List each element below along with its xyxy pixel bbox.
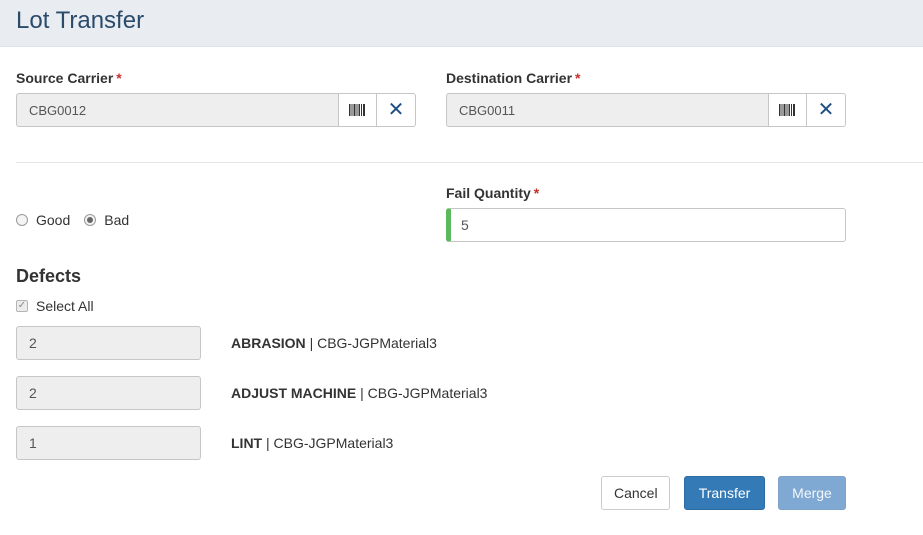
defect-label: ABRASION | CBG-JGPMaterial3 bbox=[231, 335, 437, 351]
section-divider bbox=[16, 162, 923, 163]
defect-material: CBG-JGPMaterial3 bbox=[317, 335, 437, 351]
close-icon: ✕ bbox=[817, 99, 835, 121]
required-asterisk: * bbox=[533, 185, 540, 201]
destination-carrier-clear-button[interactable]: ✕ bbox=[807, 93, 846, 127]
radio-good-label[interactable]: Good bbox=[36, 212, 70, 228]
radio-bad-label[interactable]: Bad bbox=[104, 212, 129, 228]
defect-quantity-input[interactable] bbox=[16, 426, 201, 460]
defect-separator: | bbox=[266, 435, 270, 451]
source-carrier-label: Source Carrier * bbox=[16, 70, 122, 86]
select-all-checkbox-row[interactable]: ✓ Select All bbox=[16, 298, 94, 314]
select-all-label[interactable]: Select All bbox=[36, 298, 94, 314]
defect-name: LINT bbox=[231, 435, 263, 451]
defects-title: Defects bbox=[16, 266, 82, 286]
source-carrier-input[interactable] bbox=[16, 93, 338, 127]
defect-material: CBG-JGPMaterial3 bbox=[367, 385, 488, 401]
destination-carrier-label-text: Destination Carrier bbox=[446, 70, 573, 86]
fail-quantity-input[interactable] bbox=[446, 208, 846, 242]
defect-label: ADJUST MACHINE | CBG-JGPMaterial3 bbox=[231, 385, 487, 401]
destination-carrier-label: Destination Carrier * bbox=[446, 70, 581, 86]
source-carrier-label-text: Source Carrier bbox=[16, 70, 114, 86]
fail-quantity-label: Fail Quantity * bbox=[446, 185, 539, 201]
merge-button[interactable]: Merge bbox=[778, 476, 846, 510]
quality-radio-group: Good Bad bbox=[16, 212, 143, 228]
defect-material: CBG-JGPMaterial3 bbox=[273, 435, 394, 451]
defect-quantity-input[interactable] bbox=[16, 376, 201, 410]
transfer-button[interactable]: Transfer bbox=[684, 476, 765, 510]
radio-bad[interactable] bbox=[84, 214, 97, 226]
fail-quantity-label-text: Fail Quantity bbox=[446, 185, 531, 201]
defect-row: ABRASION | CBG-JGPMaterial3 bbox=[16, 326, 616, 360]
defect-row: ADJUST MACHINE | CBG-JGPMaterial3 bbox=[16, 376, 616, 410]
defect-row: LINT | CBG-JGPMaterial3 bbox=[16, 426, 616, 460]
destination-carrier-input[interactable] bbox=[446, 93, 768, 127]
destination-carrier-scan-button[interactable] bbox=[768, 93, 807, 127]
page-header: Lot Transfer bbox=[0, 0, 923, 47]
page-title: Lot Transfer bbox=[16, 7, 145, 34]
defect-separator: | bbox=[309, 335, 314, 351]
defect-name: ADJUST MACHINE bbox=[231, 385, 357, 401]
radio-selected-dot bbox=[87, 217, 94, 223]
source-carrier-field: ✕ bbox=[16, 93, 416, 127]
source-carrier-clear-button[interactable]: ✕ bbox=[377, 93, 416, 127]
defect-separator: | bbox=[360, 385, 364, 401]
defect-quantity-input[interactable] bbox=[16, 326, 201, 360]
source-carrier-scan-button[interactable] bbox=[338, 93, 377, 127]
defect-label: LINT | CBG-JGPMaterial3 bbox=[231, 435, 393, 451]
barcode-icon bbox=[779, 104, 795, 116]
select-all-checkbox[interactable]: ✓ bbox=[16, 300, 28, 312]
required-asterisk: * bbox=[575, 70, 581, 86]
destination-carrier-field: ✕ bbox=[446, 93, 846, 127]
radio-good[interactable] bbox=[16, 214, 28, 226]
defect-name: ABRASION bbox=[231, 335, 306, 351]
cancel-button[interactable]: Cancel bbox=[601, 476, 670, 510]
close-icon: ✕ bbox=[387, 99, 405, 121]
required-asterisk: * bbox=[116, 70, 122, 86]
barcode-icon bbox=[349, 104, 365, 116]
